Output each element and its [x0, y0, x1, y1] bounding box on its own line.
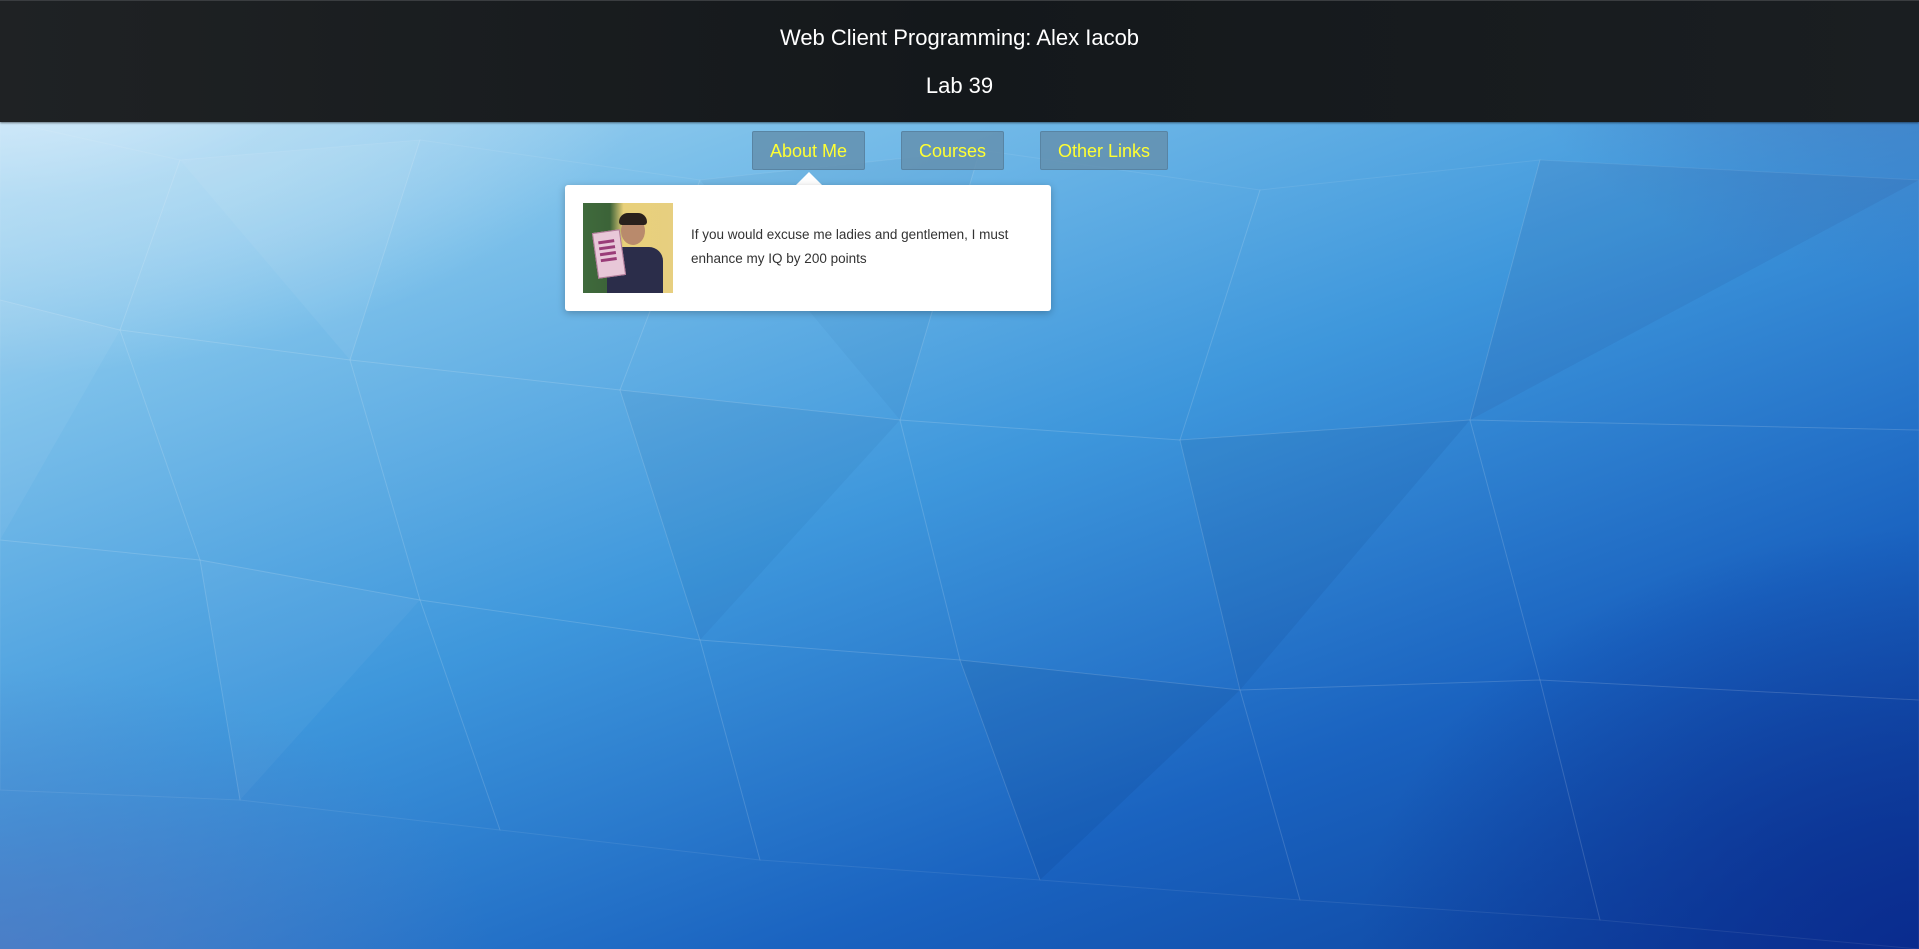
profile-photo: [583, 203, 673, 293]
site-header: Web Client Programming: Alex Iacob Lab 3…: [0, 0, 1919, 122]
about-me-quote: If you would excuse me ladies and gentle…: [691, 227, 1009, 266]
about-me-popup: If you would excuse me ladies and gentle…: [565, 185, 1051, 311]
nav-other-links-button[interactable]: Other Links: [1040, 131, 1168, 170]
nav-about-me-button[interactable]: About Me: [752, 131, 865, 170]
page-title: Web Client Programming: Alex Iacob: [779, 25, 1140, 50]
popup-pointer: [795, 172, 823, 186]
lab-subtitle: Lab 39: [925, 73, 994, 98]
nav-courses-button[interactable]: Courses: [901, 131, 1004, 170]
